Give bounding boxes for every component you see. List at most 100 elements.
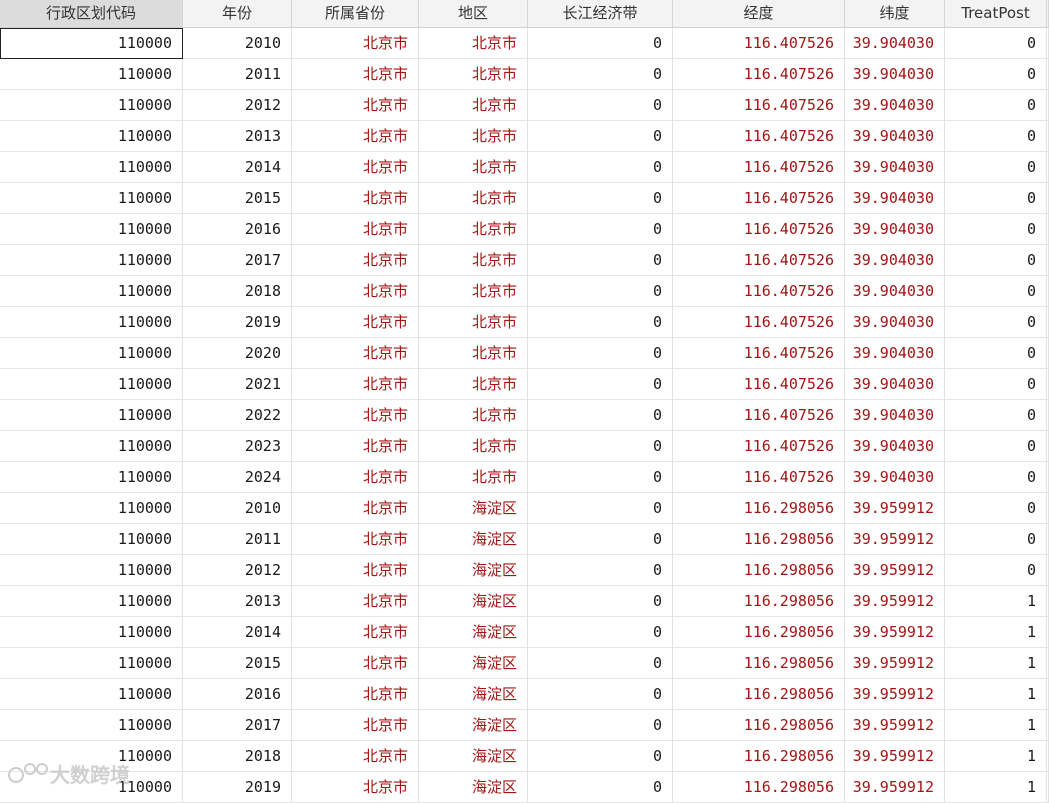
cell-latitude[interactable]: 39.904030 [845, 90, 945, 121]
table-row[interactable]: 110000 2017 北京市 北京市 0 116.407526 39.904030 0 [0, 245, 1049, 276]
cell-yangtze-belt[interactable]: 0 [528, 28, 673, 59]
cell-latitude[interactable]: 39.904030 [845, 121, 945, 152]
cell-year[interactable]: 2012 [183, 555, 292, 586]
cell-region-code[interactable]: 110000 [0, 90, 183, 121]
cell-region-code[interactable]: 110000 [0, 679, 183, 710]
cell-yangtze-belt[interactable]: 0 [528, 152, 673, 183]
cell-region-code[interactable]: 110000 [0, 152, 183, 183]
cell-latitude[interactable]: 39.959912 [845, 679, 945, 710]
cell-district[interactable]: 北京市 [419, 431, 528, 462]
cell-latitude[interactable]: 39.959912 [845, 555, 945, 586]
cell-longitude[interactable]: 116.407526 [673, 276, 845, 307]
cell-district[interactable]: 海淀区 [419, 493, 528, 524]
cell-longitude[interactable]: 116.407526 [673, 59, 845, 90]
column-header-province[interactable]: 所属省份 [292, 0, 419, 28]
cell-latitude[interactable]: 39.904030 [845, 307, 945, 338]
cell-district[interactable]: 北京市 [419, 276, 528, 307]
table-row[interactable]: 110000 2016 北京市 北京市 0 116.407526 39.904030 0 [0, 214, 1049, 245]
cell-district[interactable]: 北京市 [419, 400, 528, 431]
cell-year[interactable]: 2017 [183, 710, 292, 741]
table-row[interactable]: 110000 2013 北京市 北京市 0 116.407526 39.904030 0 [0, 121, 1049, 152]
cell-district[interactable]: 北京市 [419, 152, 528, 183]
cell-province[interactable]: 北京市 [292, 493, 419, 524]
column-header-yangtze-belt[interactable]: 长江经济带 [528, 0, 673, 28]
cell-year[interactable]: 2016 [183, 679, 292, 710]
cell-province[interactable]: 北京市 [292, 772, 419, 803]
cell-district[interactable]: 海淀区 [419, 741, 528, 772]
cell-treatpost[interactable]: 0 [945, 28, 1047, 59]
cell-region-code[interactable]: 110000 [0, 431, 183, 462]
cell-treatpost[interactable]: 0 [945, 400, 1047, 431]
cell-district[interactable]: 海淀区 [419, 648, 528, 679]
cell-yangtze-belt[interactable]: 0 [528, 183, 673, 214]
cell-latitude[interactable]: 39.959912 [845, 617, 945, 648]
cell-province[interactable]: 北京市 [292, 369, 419, 400]
table-row[interactable]: 110000 2011 北京市 海淀区 0 116.298056 39.959912 0 [0, 524, 1049, 555]
cell-yangtze-belt[interactable]: 0 [528, 307, 673, 338]
cell-yangtze-belt[interactable]: 0 [528, 59, 673, 90]
cell-district[interactable]: 海淀区 [419, 617, 528, 648]
cell-year[interactable]: 2014 [183, 152, 292, 183]
cell-region-code[interactable]: 110000 [0, 648, 183, 679]
table-row[interactable]: 110000 2013 北京市 海淀区 0 116.298056 39.959912 1 [0, 586, 1049, 617]
cell-region-code[interactable]: 110000 [0, 338, 183, 369]
cell-district[interactable]: 北京市 [419, 214, 528, 245]
cell-longitude[interactable]: 116.298056 [673, 555, 845, 586]
table-row[interactable]: 110000 2019 北京市 北京市 0 116.407526 39.904030 0 [0, 307, 1049, 338]
cell-year[interactable]: 2011 [183, 59, 292, 90]
cell-region-code[interactable]: 110000 [0, 307, 183, 338]
cell-treatpost[interactable]: 1 [945, 772, 1047, 803]
table-row[interactable]: 110000 2015 北京市 海淀区 0 116.298056 39.959912 1 [0, 648, 1049, 679]
cell-region-code[interactable]: 110000 [0, 555, 183, 586]
cell-yangtze-belt[interactable]: 0 [528, 121, 673, 152]
cell-treatpost[interactable]: 0 [945, 431, 1047, 462]
cell-yangtze-belt[interactable]: 0 [528, 338, 673, 369]
cell-province[interactable]: 北京市 [292, 431, 419, 462]
cell-province[interactable]: 北京市 [292, 214, 419, 245]
cell-yangtze-belt[interactable]: 0 [528, 741, 673, 772]
cell-longitude[interactable]: 116.298056 [673, 617, 845, 648]
cell-province[interactable]: 北京市 [292, 152, 419, 183]
cell-latitude[interactable]: 39.904030 [845, 276, 945, 307]
cell-province[interactable]: 北京市 [292, 245, 419, 276]
cell-yangtze-belt[interactable]: 0 [528, 245, 673, 276]
cell-region-code[interactable]: 110000 [0, 493, 183, 524]
cell-province[interactable]: 北京市 [292, 90, 419, 121]
cell-district[interactable]: 北京市 [419, 369, 528, 400]
cell-district[interactable]: 北京市 [419, 28, 528, 59]
table-row[interactable]: 110000 2017 北京市 海淀区 0 116.298056 39.959912 1 [0, 710, 1049, 741]
cell-latitude[interactable]: 39.904030 [845, 28, 945, 59]
cell-longitude[interactable]: 116.407526 [673, 369, 845, 400]
cell-region-code[interactable]: 110000 [0, 710, 183, 741]
cell-longitude[interactable]: 116.298056 [673, 741, 845, 772]
cell-treatpost[interactable]: 0 [945, 462, 1047, 493]
cell-yangtze-belt[interactable]: 0 [528, 400, 673, 431]
cell-province[interactable]: 北京市 [292, 679, 419, 710]
table-row[interactable]: 110000 2012 北京市 北京市 0 116.407526 39.904030 0 [0, 90, 1049, 121]
cell-district[interactable]: 北京市 [419, 90, 528, 121]
table-row[interactable]: 110000 2014 北京市 海淀区 0 116.298056 39.959912 1 [0, 617, 1049, 648]
column-header-year[interactable]: 年份 [183, 0, 292, 28]
cell-region-code[interactable]: 110000 [0, 524, 183, 555]
cell-district[interactable]: 海淀区 [419, 772, 528, 803]
cell-district[interactable]: 海淀区 [419, 710, 528, 741]
cell-year[interactable]: 2022 [183, 400, 292, 431]
cell-district[interactable]: 北京市 [419, 121, 528, 152]
cell-district[interactable]: 北京市 [419, 59, 528, 90]
cell-treatpost[interactable]: 0 [945, 276, 1047, 307]
cell-treatpost[interactable]: 1 [945, 710, 1047, 741]
cell-yangtze-belt[interactable]: 0 [528, 524, 673, 555]
cell-province[interactable]: 北京市 [292, 462, 419, 493]
cell-treatpost[interactable]: 1 [945, 679, 1047, 710]
cell-province[interactable]: 北京市 [292, 338, 419, 369]
cell-latitude[interactable]: 39.904030 [845, 338, 945, 369]
column-header-treatpost[interactable]: TreatPost [945, 0, 1047, 28]
cell-yangtze-belt[interactable]: 0 [528, 710, 673, 741]
cell-treatpost[interactable]: 0 [945, 59, 1047, 90]
column-header-region-code[interactable]: 行政区划代码 [0, 0, 183, 28]
cell-treatpost[interactable]: 0 [945, 152, 1047, 183]
cell-treatpost[interactable]: 0 [945, 555, 1047, 586]
table-row[interactable]: 110000 2023 北京市 北京市 0 116.407526 39.904030 0 [0, 431, 1049, 462]
cell-province[interactable]: 北京市 [292, 121, 419, 152]
cell-region-code[interactable]: 110000 [0, 617, 183, 648]
